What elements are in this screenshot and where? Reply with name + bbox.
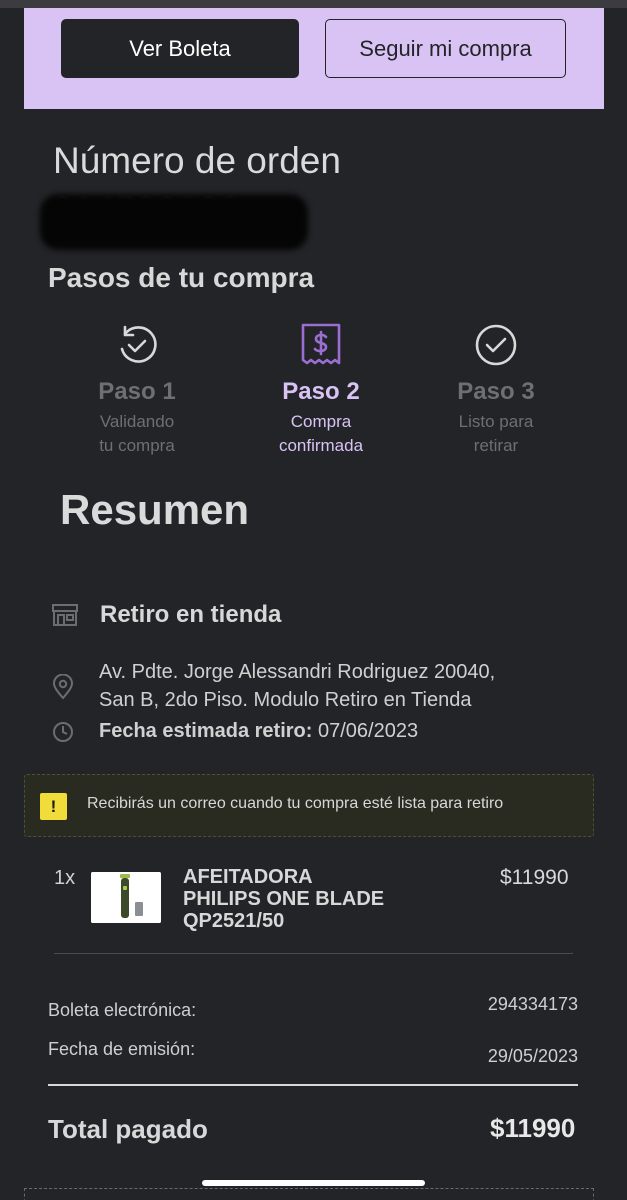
emission-date-label: Fecha de emisión: xyxy=(48,1039,196,1059)
steps-title: Pasos de tu compra xyxy=(48,262,315,293)
product-name-line: PHILIPS ONE BLADE xyxy=(183,888,385,910)
step-desc: Listo para retirar xyxy=(416,410,576,458)
receipt-dollar-icon xyxy=(241,320,401,370)
step-desc-line: tu compra xyxy=(99,436,175,455)
step-name: Paso 1 xyxy=(98,378,176,405)
step-desc-line: Listo para xyxy=(458,412,534,431)
step-name: Paso 2 xyxy=(282,378,360,405)
divider xyxy=(54,953,573,954)
action-banner: Ver Boleta Seguir mi compra xyxy=(24,8,604,109)
order-number-label: Número de orden xyxy=(53,140,341,181)
step-desc-line: Validando xyxy=(99,412,175,431)
address-line: San B, 2do Piso. Modulo Retiro en Tienda xyxy=(99,689,472,711)
product-name-line: AFEITADORA xyxy=(183,866,313,888)
check-circle-icon xyxy=(416,320,576,370)
total-value: $11990 xyxy=(490,1113,576,1143)
pickup-date: Fecha estimada retiro: 07/06/2023 xyxy=(99,720,418,743)
step-desc: Compra confirmada xyxy=(241,410,401,458)
divider xyxy=(48,1084,578,1086)
clock-check-icon xyxy=(57,320,217,370)
email-notice: ! Recibirás un correo cuando tu compra e… xyxy=(24,774,594,837)
top-strip xyxy=(0,0,627,8)
clock-icon xyxy=(52,721,74,748)
address-line: Av. Pdte. Jorge Alessandri Rodriguez 200… xyxy=(99,661,496,683)
store-icon xyxy=(51,603,79,632)
receipt-number-value: 294334173 xyxy=(487,994,578,1014)
receipt-number-label: Boleta electrónica: xyxy=(48,1000,197,1020)
next-section-border xyxy=(24,1188,594,1200)
step-name: Paso 3 xyxy=(457,378,535,405)
notice-text: Recibirás un correo cuando tu compra est… xyxy=(87,795,504,812)
home-indicator[interactable] xyxy=(202,1180,425,1186)
total-label: Total pagado xyxy=(48,1114,208,1144)
step-2: Paso 2 Compra confirmada xyxy=(241,320,401,458)
product-quantity: 1x xyxy=(54,867,76,889)
warning-icon: ! xyxy=(40,793,67,820)
step-3: Paso 3 Listo para retirar xyxy=(416,320,576,458)
step-desc: Validando tu compra xyxy=(57,410,217,458)
product-name[interactable]: AFEITADORA PHILIPS ONE BLADE QP2521/50 xyxy=(183,866,443,932)
product-name-line: QP2521/50 xyxy=(183,910,285,932)
redaction-mark xyxy=(40,194,308,250)
view-receipt-button[interactable]: Ver Boleta xyxy=(61,19,299,78)
product-price: $11990 xyxy=(500,866,569,889)
step-1: Paso 1 Validando tu compra xyxy=(57,320,217,458)
pickup-title: Retiro en tienda xyxy=(100,601,282,628)
pickup-address: Av. Pdte. Jorge Alessandri Rodriguez 200… xyxy=(99,658,569,714)
product-image[interactable] xyxy=(91,872,161,923)
emission-date-value: 29/05/2023 xyxy=(487,1046,578,1066)
step-desc-line: retirar xyxy=(473,436,519,455)
track-order-button[interactable]: Seguir mi compra xyxy=(325,19,566,78)
step-desc-line: confirmada xyxy=(278,436,364,455)
step-desc-line: Compra xyxy=(290,412,352,431)
location-pin-icon xyxy=(52,673,74,705)
pickup-date-value: 07/06/2023 xyxy=(317,720,419,742)
pickup-date-label: Fecha estimada retiro: xyxy=(99,720,313,742)
summary-title: Resumen xyxy=(60,486,250,533)
